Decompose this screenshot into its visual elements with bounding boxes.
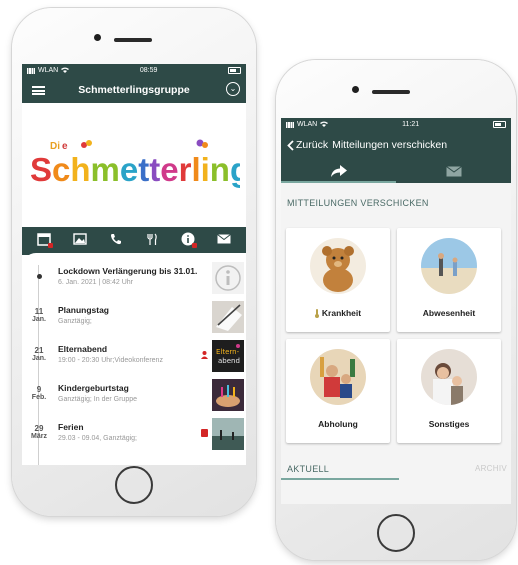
item-thumbnail [212, 301, 244, 333]
share-icon [330, 165, 347, 177]
tab-archive[interactable]: ARCHIV [475, 464, 507, 473]
status-bar: WLAN 08:59 [22, 64, 246, 77]
item-thumbnail: Eltern-abend [212, 340, 244, 372]
date-day: 29 [34, 424, 44, 433]
tab-messages[interactable] [396, 159, 511, 183]
camera [94, 34, 101, 41]
info-icon[interactable] [179, 230, 197, 248]
back-label: Zurück [296, 139, 329, 151]
wifi-icon [61, 67, 70, 75]
status-time: 08:59 [139, 67, 158, 74]
tile-abwesenheit[interactable]: Abwesenheit [397, 228, 501, 332]
speaker [114, 38, 152, 42]
list-item[interactable]: Lockdown Verlängerung bis 31.01. 6. Jan.… [22, 261, 246, 299]
page-title: Schmetterlingsgruppe [78, 84, 190, 96]
list-item[interactable]: 21 Jan. Elternabend 19:00 - 20:30 Uhr;Vi… [22, 339, 246, 377]
tab-bar [281, 159, 511, 183]
thermometer-icon [314, 308, 319, 318]
nav-bar: Zurück Mitteilungen verschicken [281, 131, 511, 159]
tile-abholung[interactable]: Abholung [286, 339, 390, 443]
home-button[interactable] [377, 514, 415, 552]
item-subtitle: 6. Jan. 2021 | 08:42 Uhr [58, 279, 133, 286]
tab-send[interactable] [281, 159, 396, 183]
beach-family-image [421, 238, 477, 294]
tab-indicator [281, 181, 396, 183]
screen-left: WLAN 08:59 Schmetterlingsgruppe ⌄ Di e S… [22, 64, 246, 465]
tile-krankheit[interactable]: Krankheit [286, 228, 390, 332]
signal-icon [286, 121, 294, 128]
item-title: Ferien [58, 422, 84, 432]
phone-left: WLAN 08:59 Schmetterlingsgruppe ⌄ Di e S… [12, 8, 256, 516]
camera [352, 86, 359, 93]
item-subtitle: Ganztägig; [58, 318, 92, 325]
info-icon [212, 262, 244, 294]
svg-text:Schmetterlinge: Schmetterlinge [30, 151, 240, 188]
tab-current[interactable]: AKTUELL [287, 464, 329, 474]
list-item[interactable]: 29 März Ferien 29.03 - 09.04, Ganztägig; [22, 417, 246, 455]
calendar-icon [201, 424, 208, 437]
speaker [372, 90, 410, 94]
bottom-tabs: AKTUELL ARCHIV [281, 456, 511, 480]
battery-icon [492, 121, 506, 128]
svg-text:abend: abend [218, 357, 240, 365]
date-month: Feb. [31, 394, 47, 401]
date-month: Jan. [31, 355, 46, 362]
date-month: Jan. [31, 316, 46, 323]
logo: Di e Schmetterlinge [22, 103, 246, 227]
chevron-down-icon[interactable]: ⌄ [226, 82, 240, 96]
item-title: Kindergeburtstag [58, 383, 129, 393]
wifi-icon [320, 121, 329, 129]
timeline-dot [36, 274, 42, 279]
date-day: 9 [36, 385, 42, 394]
tile-sonstiges[interactable]: Sonstiges [397, 339, 501, 443]
screen-right: WLAN 11:21 Zurück Mitteilungen verschick… [281, 118, 511, 504]
message-grid: Krankheit Abwesenheit Abholung Sonstiges [286, 228, 505, 446]
news-feed: Lockdown Verlängerung bis 31.01. 6. Jan.… [22, 253, 246, 465]
phone-icon[interactable] [107, 230, 125, 248]
carrier-label: WLAN [38, 67, 59, 74]
signal-icon [27, 67, 35, 74]
status-bar: WLAN 11:21 [281, 118, 511, 131]
mother-child-image [421, 349, 477, 405]
item-thumbnail [212, 379, 244, 411]
mail-icon[interactable] [215, 230, 233, 248]
date-day: 21 [34, 346, 44, 355]
list-item[interactable]: 11 Jan. Planungstag Ganztägig; [22, 300, 246, 338]
cutlery-icon[interactable] [143, 230, 161, 248]
svg-text:Eltern-: Eltern- [216, 348, 240, 356]
person-icon [201, 346, 208, 359]
icon-toolbar [22, 227, 246, 251]
status-time: 11:21 [402, 121, 420, 128]
tile-label: Krankheit [321, 308, 362, 318]
item-thumbnail [212, 418, 244, 450]
item-title: Elternabend [58, 344, 108, 354]
battery-icon [227, 67, 241, 74]
date-day: 11 [34, 307, 44, 316]
tab-indicator [281, 478, 399, 480]
tile-label: Abholung [318, 419, 358, 429]
calendar-icon[interactable] [35, 230, 53, 248]
home-button[interactable] [115, 466, 153, 504]
mail-icon [445, 165, 462, 176]
tile-label: Sonstiges [428, 419, 470, 429]
teddy-bear-image [310, 238, 366, 294]
item-subtitle: Ganztägig; In der Gruppe [58, 396, 137, 403]
item-subtitle: 19:00 - 20:30 Uhr;Videokonferenz [58, 357, 163, 364]
image-icon[interactable] [71, 230, 89, 248]
date-month: März [31, 433, 47, 440]
app-bar: Schmetterlingsgruppe ⌄ [22, 77, 246, 103]
item-title: Lockdown Verlängerung bis 31.01. [58, 266, 198, 276]
chevron-left-icon [287, 139, 294, 151]
phone-right: WLAN 11:21 Zurück Mitteilungen verschick… [276, 60, 516, 560]
back-button[interactable]: Zurück [287, 139, 328, 151]
carrier-label: WLAN [297, 121, 318, 128]
page-title: Mitteilungen verschicken [332, 139, 448, 151]
section-title: MITTEILUNGEN VERSCHICKEN [287, 198, 429, 208]
item-subtitle: 29.03 - 09.04, Ganztägig; [58, 435, 137, 442]
item-title: Planungstag [58, 305, 110, 315]
list-item[interactable]: 9 Feb. Kindergeburtstag Ganztägig; In de… [22, 378, 246, 416]
parent-child-image [310, 349, 366, 405]
tile-label: Abwesenheit [422, 308, 476, 318]
